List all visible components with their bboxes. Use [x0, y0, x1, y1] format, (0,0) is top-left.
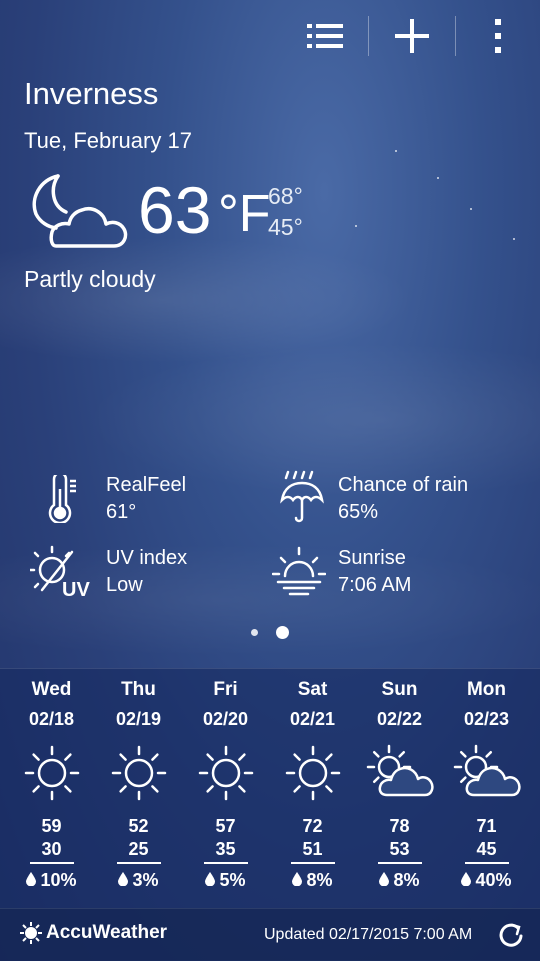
forecast-day-name: Sat: [297, 679, 328, 700]
uv-value: Low: [106, 574, 143, 596]
realfeel-detail: RealFeel 61°: [106, 474, 186, 524]
forecast-rain-value: 3%: [132, 870, 159, 890]
realfeel-label: RealFeel: [106, 474, 187, 496]
list-icon: [307, 24, 343, 48]
raindrop-icon: [292, 870, 303, 891]
forecast-rain-value: 10%: [40, 870, 77, 890]
forecast-high: 78: [389, 816, 410, 836]
forecast-day-name: Fri: [213, 679, 238, 700]
page-dot-active[interactable]: [276, 626, 289, 639]
footer: AccuWeather Updated 02/17/2015 7:00 AM: [0, 908, 540, 961]
page-dot[interactable]: [251, 629, 258, 636]
forecast-high: 57: [215, 816, 236, 836]
sun-icon: [95, 736, 182, 810]
forecast-day-name: Sun: [381, 679, 418, 700]
forecast-date: 02/22: [376, 709, 423, 729]
realfeel-value: 61°: [106, 501, 137, 523]
forecast-rain: 5%: [182, 870, 269, 891]
sun-logo-icon: [20, 922, 42, 944]
forecast-date: 02/21: [289, 709, 336, 729]
plus-icon: [395, 19, 429, 53]
rain-value: 65%: [338, 501, 379, 523]
raindrop-icon: [205, 870, 216, 891]
toolbar: [282, 0, 540, 72]
current-temperature: 63: [138, 173, 212, 247]
raindrop-icon: [379, 870, 390, 891]
sun-cloud-icon: [443, 736, 530, 810]
forecast-low: 30: [29, 839, 74, 864]
forecast-low: 35: [203, 839, 248, 864]
list-button[interactable]: [282, 0, 368, 72]
daily-forecast: Wed 02/18 59 30 10% Thu 02/19 52 25 3% F…: [0, 668, 540, 909]
forecast-day-name: Wed: [31, 679, 72, 700]
brand-name: AccuWeather: [46, 922, 168, 943]
forecast-rain: 40%: [443, 870, 530, 891]
forecast-date: 02/19: [115, 709, 162, 729]
current-date: Tue, February 17: [24, 128, 192, 153]
raindrop-icon: [118, 870, 129, 891]
updated-time: Updated 02/17/2015 7:00 AM: [264, 926, 473, 943]
forecast-high: 59: [41, 816, 62, 836]
forecast-day-name: Thu: [121, 679, 156, 700]
uv-sun-icon: UV: [30, 545, 90, 600]
forecast-day[interactable]: Fri 02/20 57 35 5%: [182, 669, 269, 891]
forecast-rain-value: 5%: [219, 870, 246, 890]
forecast-rain: 8%: [269, 870, 356, 891]
sunrise-icon: [272, 546, 326, 596]
high-temperature: 68°: [268, 183, 303, 209]
thermometer-icon: [48, 475, 76, 523]
forecast-rain-value: 40%: [475, 870, 512, 890]
forecast-rain-value: 8%: [306, 870, 333, 890]
forecast-day[interactable]: Sun 02/22 78 53 8%: [356, 669, 443, 891]
add-city-button[interactable]: [369, 0, 455, 72]
forecast-high: 71: [476, 816, 497, 836]
forecast-day-name: Mon: [466, 679, 507, 700]
sunrise-label: Sunrise: [338, 547, 406, 569]
svg-text:UV: UV: [62, 579, 90, 600]
forecast-day[interactable]: Wed 02/18 59 30 10%: [8, 669, 95, 891]
uv-detail: UV index Low: [106, 547, 187, 597]
page-indicator: [0, 626, 540, 639]
forecast-day[interactable]: Sat 02/21 72 51 8%: [269, 669, 356, 891]
forecast-low: 53: [377, 839, 422, 864]
rain-label: Chance of rain: [338, 474, 469, 496]
sunrise-value: 7:06 AM: [338, 574, 412, 596]
forecast-low: 45: [464, 839, 509, 864]
sun-icon: [269, 736, 356, 810]
forecast-high: 52: [128, 816, 149, 836]
condition-text: Partly cloudy: [24, 266, 156, 292]
forecast-day[interactable]: Mon 02/23 71 45 40%: [443, 669, 530, 891]
forecast-date: 02/23: [463, 709, 510, 729]
sunrise-detail: Sunrise 7:06 AM: [338, 547, 411, 597]
forecast-low: 51: [290, 839, 335, 864]
uv-label: UV index: [106, 547, 188, 569]
moon-cloud-icon: [32, 174, 128, 248]
forecast-day[interactable]: Thu 02/19 52 25 3%: [95, 669, 182, 891]
forecast-rain: 10%: [8, 870, 95, 891]
city-name: Inverness: [24, 76, 159, 111]
accuweather-logo[interactable]: AccuWeather: [20, 922, 167, 944]
forecast-date: 02/18: [28, 709, 75, 729]
more-options-button[interactable]: [456, 0, 540, 72]
temperature-unit: °F: [218, 185, 271, 243]
raindrop-icon: [461, 870, 472, 891]
sun-icon: [8, 736, 95, 810]
refresh-icon[interactable]: [498, 922, 524, 948]
low-temperature: 45°: [268, 214, 303, 240]
forecast-date: 02/20: [202, 709, 249, 729]
forecast-rain-value: 8%: [393, 870, 420, 890]
forecast-rain: 3%: [95, 870, 182, 891]
sun-icon: [182, 736, 269, 810]
more-vertical-icon: [495, 19, 501, 53]
forecast-low: 25: [116, 839, 161, 864]
forecast-high: 72: [302, 816, 323, 836]
umbrella-rain-icon: [280, 470, 324, 523]
sun-cloud-icon: [356, 736, 443, 810]
raindrop-icon: [26, 870, 37, 891]
forecast-rain: 8%: [356, 870, 443, 891]
rain-detail: Chance of rain 65%: [338, 474, 468, 524]
